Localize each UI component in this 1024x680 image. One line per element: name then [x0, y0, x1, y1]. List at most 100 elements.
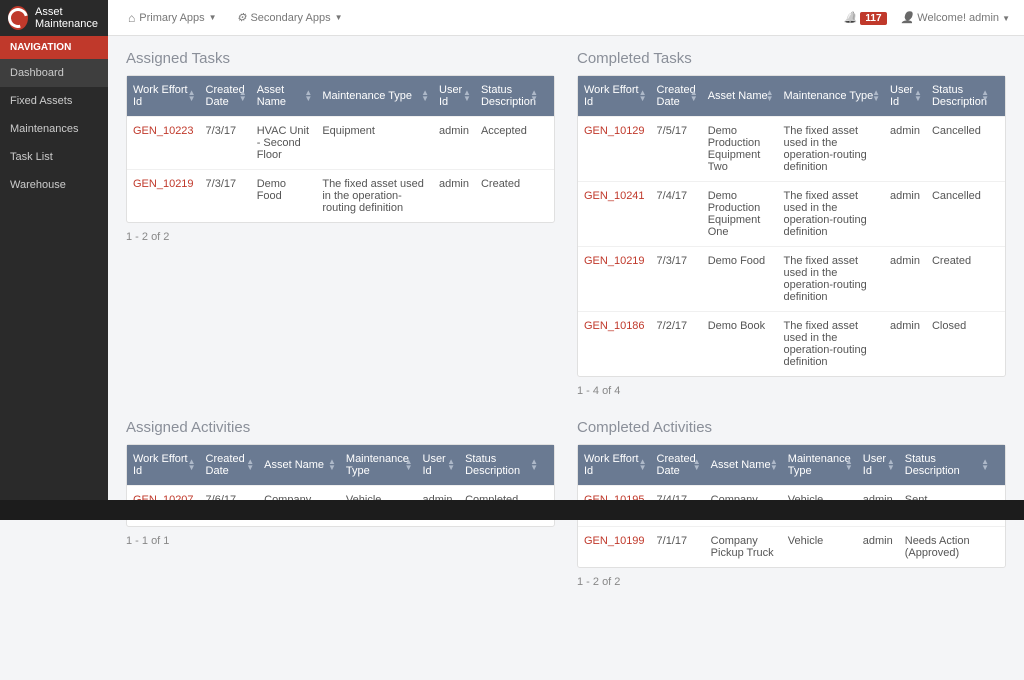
col-asset[interactable]: Asset Name▲▼: [705, 445, 782, 486]
work-effort-link[interactable]: GEN_10129: [584, 125, 645, 137]
col-created[interactable]: Created Date▲▼: [200, 445, 259, 486]
cell-asset: Company Pickup Truck: [705, 527, 782, 568]
sort-icon[interactable]: ▲▼: [981, 90, 989, 102]
col-status[interactable]: Status Description▲▼: [899, 445, 993, 486]
sort-icon[interactable]: ▲▼: [188, 90, 196, 102]
col-created[interactable]: Created Date▲▼: [200, 76, 251, 117]
sort-icon[interactable]: ▲▼: [530, 459, 538, 471]
sidebar-item-fixed-assets[interactable]: Fixed Assets: [0, 87, 108, 115]
panel-title: Assigned Tasks: [126, 50, 555, 67]
footer: [0, 500, 1024, 520]
sort-icon[interactable]: ▲▼: [690, 90, 698, 102]
col-status[interactable]: Status Description▲▼: [475, 76, 542, 117]
primary-apps-menu[interactable]: Primary Apps ▼: [128, 11, 217, 25]
table-row: GEN_102237/3/17HVAC Unit - Second FloorE…: [127, 117, 554, 170]
sort-icon[interactable]: ▲▼: [693, 459, 701, 471]
primary-apps-label: Primary Apps: [139, 12, 204, 24]
sidebar-item-dashboard[interactable]: Dashboard: [0, 59, 108, 87]
sort-icon[interactable]: ▲▼: [639, 459, 647, 471]
sort-icon[interactable]: ▲▼: [639, 90, 647, 102]
col-workEffort[interactable]: Work Effort Id▲▼: [127, 76, 200, 117]
sort-icon[interactable]: ▲▼: [246, 459, 254, 471]
col-created[interactable]: Created Date▲▼: [651, 445, 705, 486]
sort-icon[interactable]: ▲▼: [770, 459, 778, 471]
sort-icon[interactable]: ▲▼: [887, 459, 895, 471]
notifications-button[interactable]: 117: [844, 11, 887, 24]
col-user[interactable]: User Id▲▼: [417, 445, 460, 486]
col-user[interactable]: User Id▲▼: [433, 76, 475, 117]
sort-icon[interactable]: ▲▼: [405, 459, 413, 471]
col-created[interactable]: Created Date▲▼: [651, 76, 702, 117]
col-workEffort[interactable]: Work Effort Id▲▼: [127, 445, 200, 486]
cell-date: 7/4/17: [651, 182, 702, 247]
sort-icon[interactable]: ▲▼: [914, 90, 922, 102]
sort-icon[interactable]: ▲▼: [981, 459, 989, 471]
col-user[interactable]: User Id▲▼: [857, 445, 899, 486]
col-maint[interactable]: Maintenance Type▲▼: [340, 445, 417, 486]
cell-user: admin: [857, 527, 899, 568]
col-user[interactable]: User Id▲▼: [884, 76, 926, 117]
table-row: GEN_101867/2/17Demo BookThe fixed asset …: [578, 312, 1005, 377]
main-content: Assigned TasksWork Effort Id▲▼Created Da…: [108, 0, 1024, 680]
col-maint[interactable]: Maintenance Type▲▼: [782, 445, 857, 486]
sort-icon[interactable]: ▲▼: [845, 459, 853, 471]
panel: Work Effort Id▲▼Created Date▲▼Asset Name…: [126, 75, 555, 223]
user-menu[interactable]: Welcome! admin ▼: [901, 11, 1010, 24]
cell-status: Needs Action (Approved): [899, 527, 993, 568]
sort-icon[interactable]: ▲▼: [530, 90, 538, 102]
table-row: GEN_102197/3/17Demo FoodThe fixed asset …: [127, 170, 554, 223]
panel: Work Effort Id▲▼Created Date▲▼Asset Name…: [577, 75, 1006, 377]
cell-maint: The fixed asset used in the operation-ro…: [778, 182, 884, 247]
work-effort-link[interactable]: GEN_10241: [584, 190, 645, 202]
col-actions: [542, 445, 554, 486]
cell-maint: The fixed asset used in the operation-ro…: [316, 170, 433, 223]
panel-title: Completed Tasks: [577, 50, 1006, 67]
sort-icon[interactable]: ▲▼: [239, 90, 247, 102]
sort-icon[interactable]: ▲▼: [188, 459, 196, 471]
work-effort-link[interactable]: GEN_10219: [584, 255, 645, 267]
work-effort-link[interactable]: GEN_10186: [584, 320, 645, 332]
cell-maint: Equipment: [316, 117, 433, 170]
cell-date: 7/3/17: [200, 170, 251, 223]
table-row: GEN_101997/1/17Company Pickup TruckVehic…: [578, 527, 1005, 568]
col-workEffort[interactable]: Work Effort Id▲▼: [578, 76, 651, 117]
work-effort-link[interactable]: GEN_10223: [133, 125, 194, 137]
topbar: Asset Maintenance Primary Apps ▼ Seconda…: [0, 0, 1024, 36]
gear-icon: [237, 11, 247, 24]
col-status[interactable]: Status Description▲▼: [926, 76, 993, 117]
col-asset[interactable]: Asset Name▲▼: [251, 76, 317, 117]
cell-asset: Demo Production Equipment Two: [702, 117, 778, 182]
work-effort-link[interactable]: GEN_10219: [133, 178, 194, 190]
cell-user: admin: [884, 182, 926, 247]
col-maint[interactable]: Maintenance Type▲▼: [316, 76, 433, 117]
cell-status: Created: [475, 170, 542, 223]
sidebar-item-warehouse[interactable]: Warehouse: [0, 171, 108, 199]
cell-date: 7/5/17: [651, 117, 702, 182]
chevron-down-icon: ▼: [335, 13, 343, 22]
col-maint[interactable]: Maintenance Type▲▼: [778, 76, 884, 117]
sidebar-item-maintenances[interactable]: Maintenances: [0, 115, 108, 143]
sort-icon[interactable]: ▲▼: [447, 459, 455, 471]
col-workEffort[interactable]: Work Effort Id▲▼: [578, 445, 651, 486]
pager: 1 - 4 of 4: [577, 385, 1006, 397]
chevron-down-icon: ▼: [1002, 14, 1010, 23]
sort-icon[interactable]: ▲▼: [328, 459, 336, 471]
sidebar-item-task-list[interactable]: Task List: [0, 143, 108, 171]
sort-icon[interactable]: ▲▼: [421, 90, 429, 102]
bell-icon: [844, 12, 858, 24]
brand-title: Asset Maintenance: [35, 6, 108, 30]
cell-user: admin: [433, 170, 475, 223]
pager: 1 - 1 of 1: [126, 535, 555, 547]
work-effort-link[interactable]: GEN_10199: [584, 535, 645, 547]
user-icon: [901, 12, 915, 24]
sort-icon[interactable]: ▲▼: [766, 90, 774, 102]
sort-icon[interactable]: ▲▼: [872, 90, 880, 102]
sort-icon[interactable]: ▲▼: [463, 90, 471, 102]
sort-icon[interactable]: ▲▼: [304, 90, 312, 102]
cell-asset: Demo Book: [702, 312, 778, 377]
col-asset[interactable]: Asset Name▲▼: [702, 76, 778, 117]
col-status[interactable]: Status Description▲▼: [459, 445, 542, 486]
topbar-right: 117 Welcome! admin ▼: [844, 11, 1010, 24]
col-asset[interactable]: Asset Name▲▼: [258, 445, 340, 486]
secondary-apps-menu[interactable]: Secondary Apps ▼: [237, 11, 343, 24]
